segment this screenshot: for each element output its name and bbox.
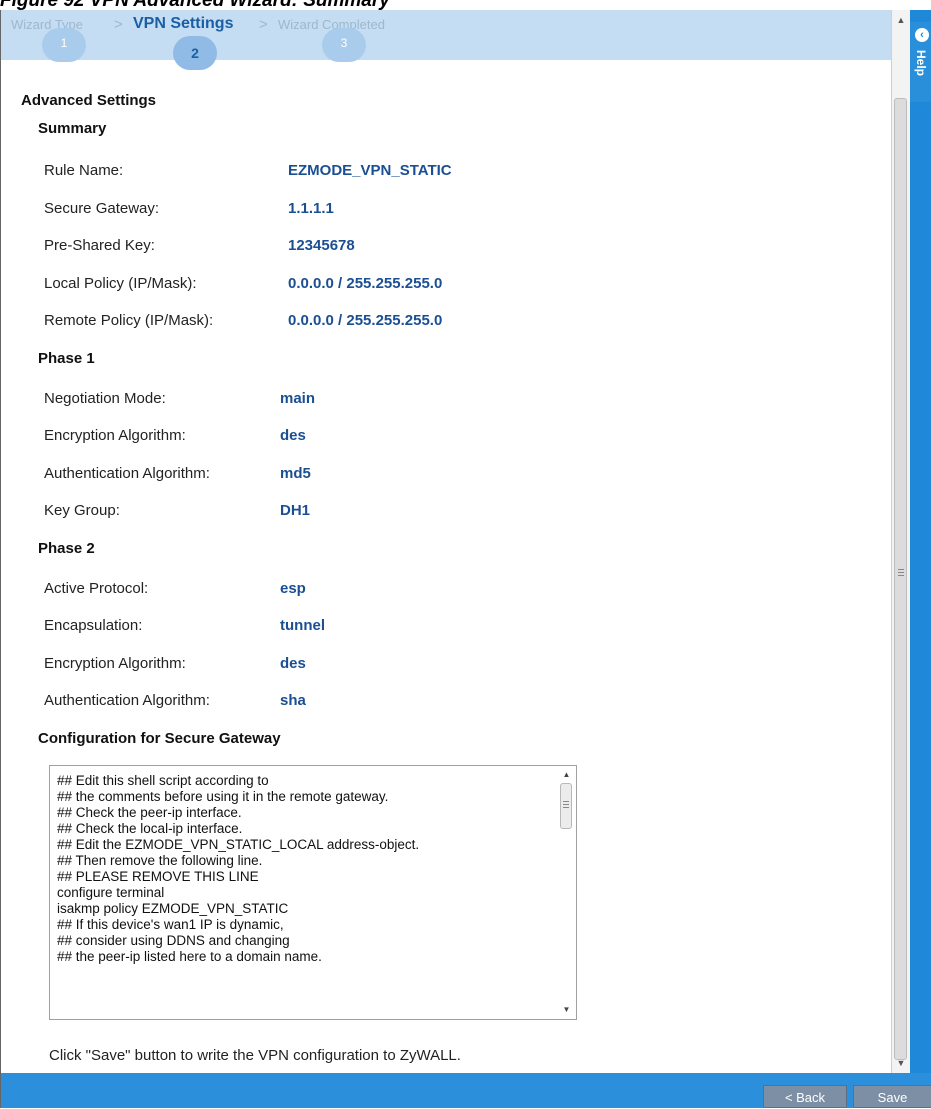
config-script-textarea[interactable]: ## Edit this shell script according to #…: [49, 765, 577, 1020]
advanced-settings-title: Advanced Settings: [21, 92, 157, 109]
local-policy-value: 0.0.0.0 / 255.255.255.0: [288, 275, 443, 292]
negotiation-mode-value: main: [280, 390, 316, 407]
grip-line: [563, 804, 569, 805]
page-scroll-up-icon[interactable]: ▲: [892, 12, 910, 28]
secure-gateway-value: 1.1.1.1: [288, 200, 334, 217]
phase1-encryption-value: des: [280, 427, 306, 444]
key-group-value: DH1: [280, 502, 311, 519]
active-protocol-label: Active Protocol:: [44, 580, 149, 597]
button-bar: < Back Save: [1, 1073, 931, 1108]
phase2-heading: Phase 2: [38, 540, 95, 557]
active-protocol-value: esp: [280, 580, 306, 597]
encapsulation-label: Encapsulation:: [44, 617, 143, 634]
script-line: ## Check the peer-ip interface.: [57, 805, 242, 820]
phase1-encryption-label: Encryption Algorithm:: [44, 427, 186, 444]
script-line: ## the peer-ip listed here to a domain n…: [57, 949, 322, 964]
phase1-authentication-value: md5: [280, 465, 311, 482]
help-arrow-icon: ‹: [915, 28, 929, 42]
rule-name-value: EZMODE_VPN_STATIC: [288, 162, 452, 179]
script-line: ## If this device's wan1 IP is dynamic,: [57, 917, 284, 932]
breadcrumb-separator: >: [259, 16, 268, 33]
script-line: isakmp policy EZMODE_VPN_STATIC: [57, 901, 289, 916]
phase1-authentication-label: Authentication Algorithm:: [44, 465, 210, 482]
help-label: Help: [914, 50, 928, 77]
wizard-progress-bar: Wizard Type > VPN Settings > Wizard Comp…: [1, 10, 891, 70]
pre-shared-key-label: Pre-Shared Key:: [44, 237, 155, 254]
key-group-label: Key Group:: [44, 502, 120, 519]
negotiation-mode-label: Negotiation Mode:: [44, 390, 166, 407]
textarea-scrollbar[interactable]: ▲ ▼: [557, 766, 576, 1019]
grip-line: [898, 569, 904, 570]
script-line: ## Edit this shell script according to: [57, 773, 269, 788]
grip-line: [563, 807, 569, 808]
remote-policy-value: 0.0.0.0 / 255.255.255.0: [288, 312, 443, 329]
script-line: ## consider using DDNS and changing: [57, 933, 290, 948]
help-panel: ‹ Help: [910, 10, 931, 1073]
wizard-step-3-bubble: 3: [322, 28, 366, 62]
pre-shared-key-value: 12345678: [288, 237, 355, 254]
page-scroll-thumb[interactable]: [894, 98, 907, 1060]
script-line: ## the comments before using it in the r…: [57, 789, 389, 804]
config-heading: Configuration for Secure Gateway: [38, 730, 281, 747]
script-line: configure terminal: [57, 885, 165, 900]
help-tab[interactable]: ‹ Help: [910, 22, 931, 102]
encapsulation-value: tunnel: [280, 617, 325, 634]
config-script-text: ## Edit this shell script according to #…: [57, 773, 552, 965]
script-line: ## Then remove the following line.: [57, 853, 263, 868]
scroll-down-arrow-icon[interactable]: ▼: [557, 1003, 576, 1017]
secure-gateway-label: Secure Gateway:: [44, 200, 160, 217]
wizard-step-1-bubble: 1: [42, 28, 86, 62]
script-line: ## Edit the EZMODE_VPN_STATIC_LOCAL addr…: [57, 837, 420, 852]
page-scroll-down-icon[interactable]: ▼: [892, 1055, 910, 1071]
wizard-step-2-bubble: 2: [173, 36, 217, 70]
remote-policy-label: Remote Policy (IP/Mask):: [44, 312, 214, 329]
breadcrumb-separator: >: [114, 16, 123, 33]
rule-name-label: Rule Name:: [44, 162, 124, 179]
script-line: ## Check the local-ip interface.: [57, 821, 243, 836]
wizard-window: Wizard Type > VPN Settings > Wizard Comp…: [0, 10, 931, 1108]
phase2-encryption-label: Encryption Algorithm:: [44, 655, 186, 672]
phase2-authentication-label: Authentication Algorithm:: [44, 692, 210, 709]
phase2-authentication-value: sha: [280, 692, 306, 709]
save-instruction-text: Click "Save" button to write the VPN con…: [49, 1047, 461, 1064]
grip-line: [898, 575, 904, 576]
phase1-heading: Phase 1: [38, 350, 95, 367]
scroll-up-arrow-icon[interactable]: ▲: [557, 768, 576, 782]
summary-heading: Summary: [38, 120, 107, 137]
page-scrollbar[interactable]: ▲ ▼: [891, 10, 910, 1073]
grip-line: [898, 572, 904, 573]
script-line: ## PLEASE REMOVE THIS LINE: [57, 869, 259, 884]
wizard-step-2-label: VPN Settings: [133, 15, 234, 32]
grip-line: [563, 801, 569, 802]
back-button[interactable]: < Back: [763, 1085, 847, 1108]
textarea-scroll-thumb[interactable]: [560, 783, 572, 829]
local-policy-label: Local Policy (IP/Mask):: [44, 275, 197, 292]
phase2-encryption-value: des: [280, 655, 306, 672]
save-button[interactable]: Save: [853, 1085, 931, 1108]
